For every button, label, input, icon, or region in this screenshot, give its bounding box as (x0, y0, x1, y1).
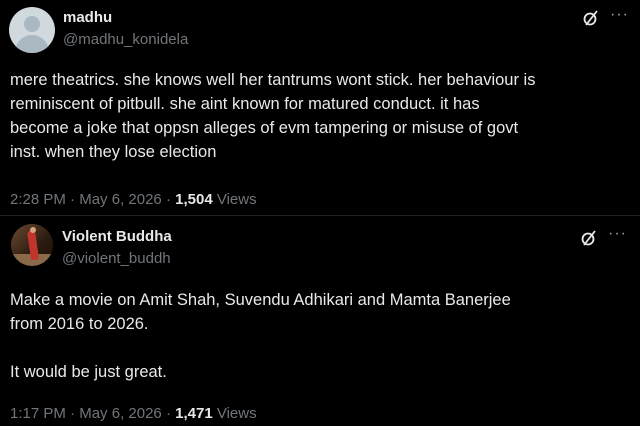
more-options-icon[interactable]: ··· (608, 226, 627, 242)
default-avatar-head (24, 16, 40, 32)
views-label: Views (216, 191, 257, 208)
views-label: Views (216, 405, 257, 422)
separator: · (70, 191, 76, 208)
display-name[interactable]: madhu (63, 9, 112, 26)
tweet-metadata: 1:17 PM · May 6, 2026 · 1,471 Views (10, 405, 257, 422)
tweet-date[interactable]: May 6, 2026 (79, 405, 162, 422)
tweet-text: mere theatrics. she knows well her tantr… (10, 71, 536, 161)
tweet-metadata: 2:28 PM · May 6, 2026 · 1,504 Views (10, 191, 257, 208)
tweet-time[interactable]: 2:28 PM (10, 191, 66, 208)
separator: · (165, 405, 171, 422)
tweet-time[interactable]: 1:17 PM (10, 405, 66, 422)
tweet-text: Make a movie on Amit Shah, Suvendu Adhik… (10, 291, 511, 381)
separator: · (165, 191, 171, 208)
user-handle[interactable]: @violent_buddh (62, 250, 171, 267)
more-options-icon[interactable]: ··· (610, 7, 629, 23)
tweet-date[interactable]: May 6, 2026 (79, 191, 162, 208)
default-avatar-body (15, 35, 49, 53)
grok-icon[interactable] (582, 9, 600, 27)
views-count: 1,504 (175, 191, 213, 208)
display-name[interactable]: Violent Buddha (62, 228, 172, 245)
separator: · (70, 405, 76, 422)
grok-icon[interactable] (580, 229, 598, 247)
avatar-madhu[interactable] (9, 7, 55, 53)
user-handle[interactable]: @madhu_konidela (63, 31, 188, 48)
views-count: 1,471 (175, 405, 213, 422)
photo-avatar-face (30, 227, 36, 233)
avatar-violent-buddha[interactable] (11, 224, 53, 266)
